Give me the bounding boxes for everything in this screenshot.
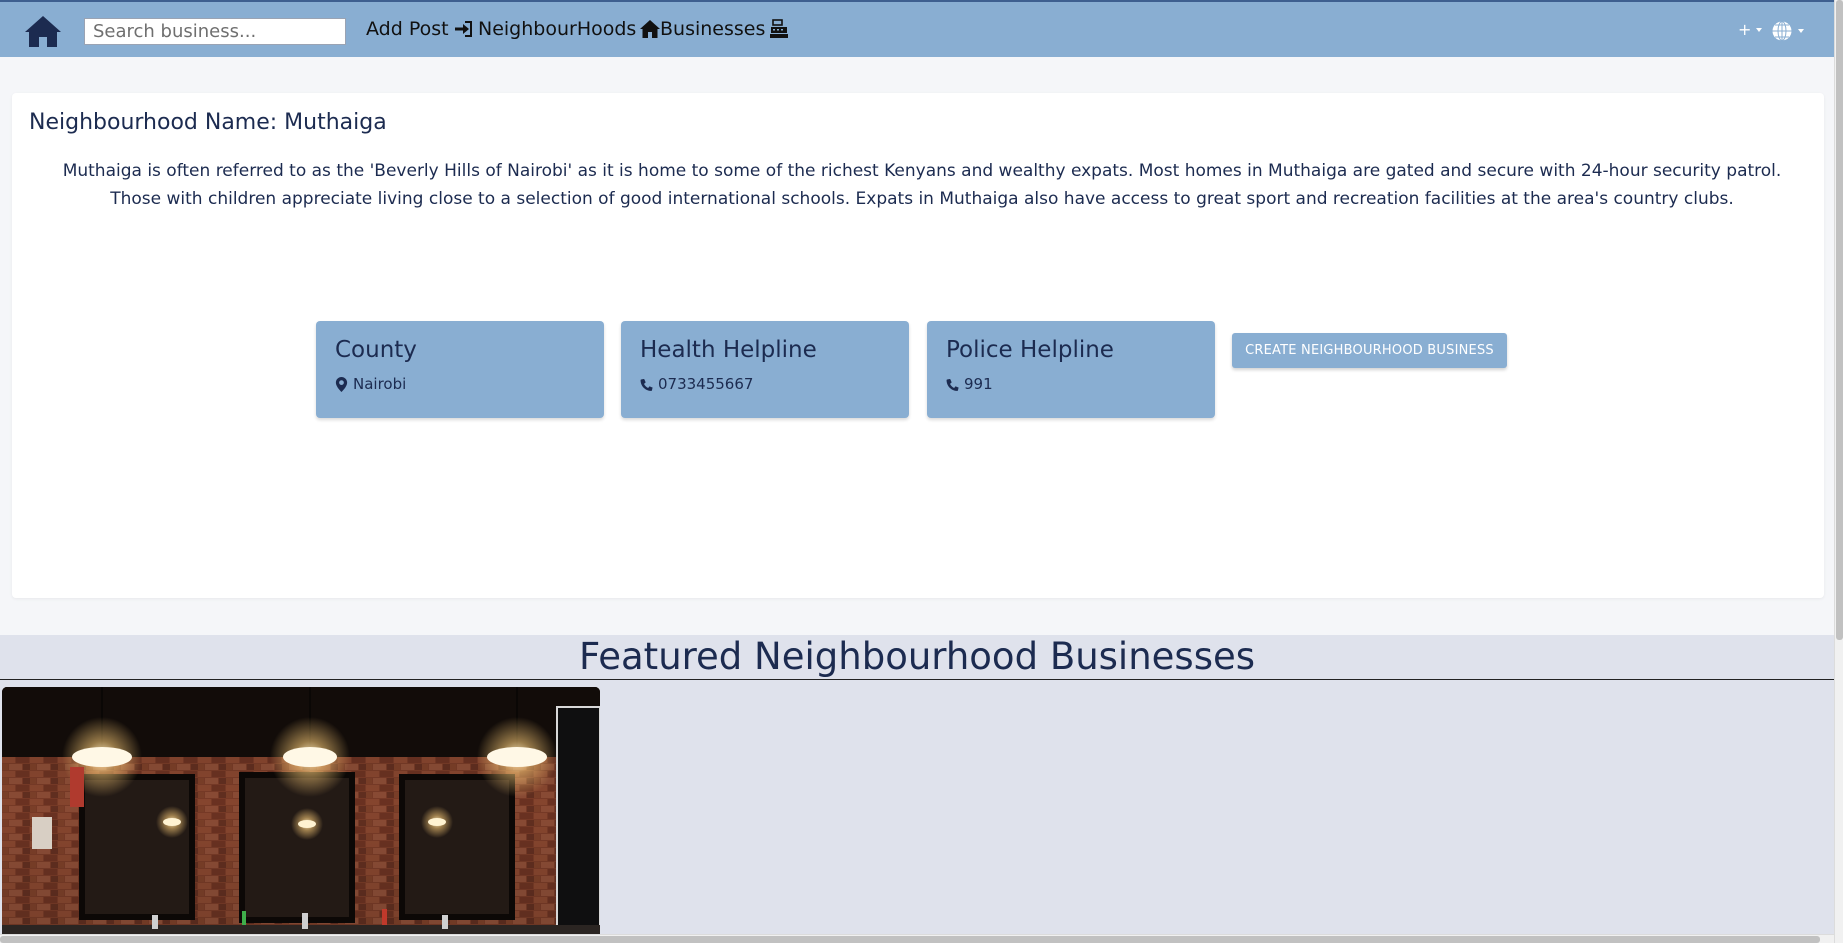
county-card-value-row: Nairobi — [335, 375, 406, 393]
map-marker-icon — [335, 376, 348, 392]
phone-icon — [946, 378, 959, 391]
business-image[interactable] — [2, 687, 600, 943]
horizontal-scrollbar-thumb[interactable] — [0, 936, 1820, 943]
phone-icon — [640, 378, 653, 391]
county-card: County Nairobi — [316, 321, 604, 418]
nav-neighbourhoods-label: NeighbourHoods — [478, 18, 637, 40]
nav-add-post-link[interactable]: Add Post — [366, 18, 473, 40]
police-helpline-card: Police Helpline 991 — [927, 321, 1215, 418]
health-helpline-card-title: Health Helpline — [640, 337, 817, 363]
plus-icon: + — [1738, 20, 1752, 39]
nav-add-post-label: Add Post — [366, 18, 449, 40]
neighbourhood-title: Neighbourhood Name: Muthaiga — [29, 110, 387, 135]
featured-businesses-section: Featured Neighbourhood Businesses — [0, 635, 1834, 943]
search-input[interactable] — [84, 18, 346, 45]
county-card-value: Nairobi — [353, 375, 407, 393]
navbar: Add Post NeighbourHoods Businesses + — [0, 0, 1834, 57]
neighbourhood-info-card: Neighbourhood Name: Muthaiga Muthaiga is… — [12, 93, 1824, 598]
health-helpline-card: Health Helpline 0733455667 — [621, 321, 909, 418]
home-icon[interactable] — [24, 14, 62, 48]
vertical-scrollbar-thumb[interactable] — [1836, 0, 1843, 640]
health-helpline-value: 0733455667 — [658, 375, 754, 393]
featured-section-title: Featured Neighbourhood Businesses — [578, 635, 1256, 678]
create-neighbourhood-business-button[interactable]: CREATE NEIGHBOURHOOD BUSINESS — [1232, 333, 1507, 368]
cash-register-icon — [770, 19, 789, 38]
police-helpline-value-row: 991 — [946, 375, 993, 393]
sign-in-icon — [454, 21, 472, 37]
nav-neighbourhoods-link[interactable]: NeighbourHoods — [478, 18, 661, 40]
police-helpline-value: 991 — [964, 375, 993, 393]
vertical-scrollbar[interactable] — [1834, 0, 1843, 943]
horizontal-scrollbar[interactable] — [0, 934, 1834, 943]
nav-businesses-label: Businesses — [660, 18, 766, 40]
police-helpline-card-title: Police Helpline — [946, 337, 1114, 363]
health-helpline-value-row: 0733455667 — [640, 375, 753, 393]
section-divider — [0, 679, 1834, 680]
neighbourhood-description: Muthaiga is often referred to as the 'Be… — [62, 161, 1782, 209]
chevron-down-icon — [1798, 29, 1804, 33]
globe-icon — [1772, 21, 1792, 41]
language-dropdown[interactable] — [1771, 20, 1804, 42]
nav-businesses-link[interactable]: Businesses — [660, 18, 789, 40]
add-menu-dropdown[interactable]: + — [1738, 20, 1763, 39]
chevron-down-icon — [1756, 27, 1763, 32]
home-icon — [640, 20, 661, 38]
county-card-title: County — [335, 337, 417, 363]
